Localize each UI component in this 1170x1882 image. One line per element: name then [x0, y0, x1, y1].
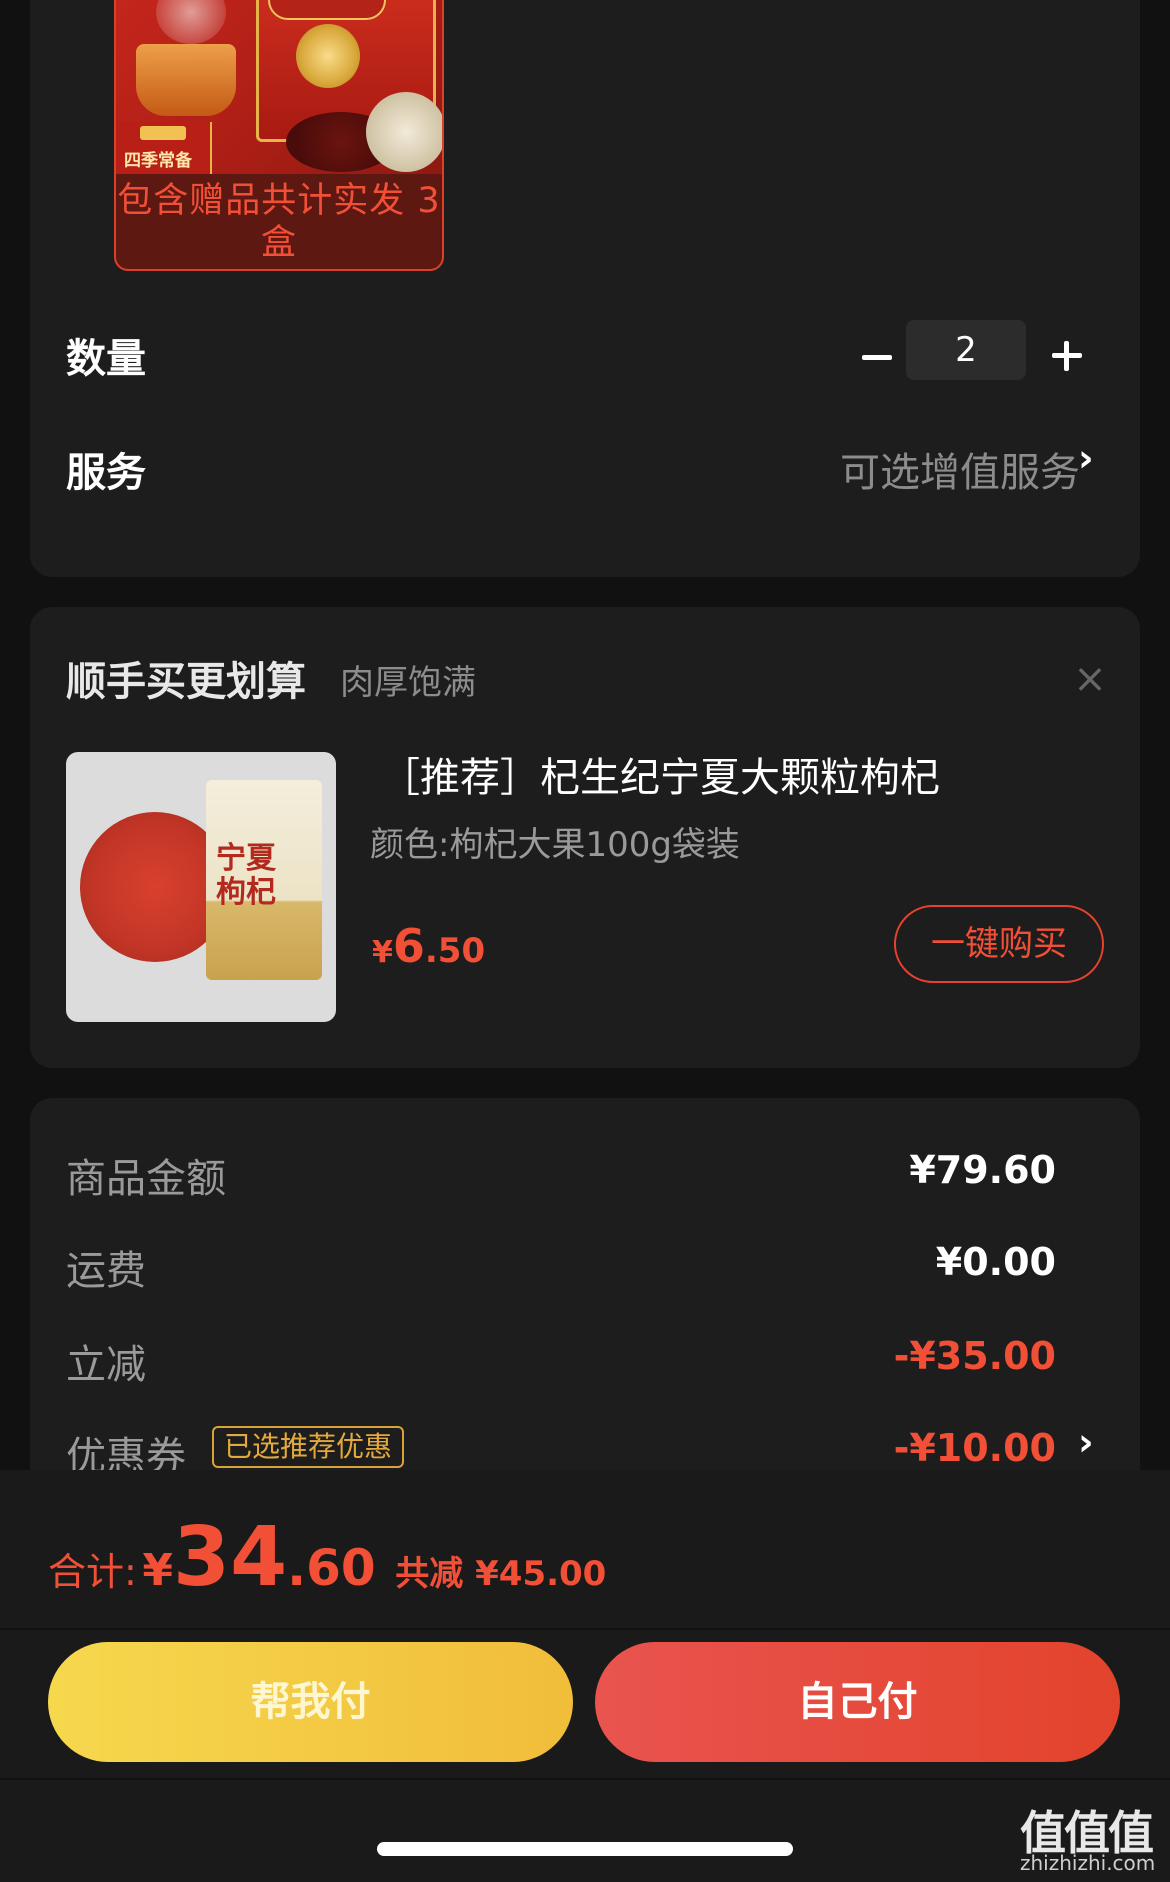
total-price: 合计: ¥34.60 共减 ¥45.00 — [48, 1510, 606, 1605]
one-click-buy-button[interactable]: 一键购买 — [894, 905, 1104, 983]
bag-label: 宁夏枸杞 — [216, 841, 276, 910]
discount-value: -¥35.00 — [893, 1334, 1056, 1378]
recommended-product-image[interactable]: 宁夏枸杞 — [66, 752, 336, 1022]
medal-graphic — [296, 24, 360, 88]
recommendation-card: 顺手买更划算 肉厚饱满 × 宁夏枸杞 ［推荐］杞生纪宁夏大颗粒枸杞 颜色:枸杞大… — [30, 607, 1140, 1068]
checkout-bar: 合计: ¥34.60 共减 ¥45.00 帮我付 自己付 值值值 zhizhiz… — [0, 1470, 1170, 1882]
coupon-value[interactable]: -¥10.00 — [894, 1426, 1056, 1470]
product-card: 四季常备 包含赠品共计实发 3 盒 数量 2 服务 可选增值服务 › — [30, 0, 1140, 577]
watermark-logo: 值值值 zhizhizhi.com — [1016, 1797, 1166, 1877]
recommended-product-name[interactable]: ［推荐］杞生纪宁夏大颗粒枸杞 — [380, 745, 940, 803]
tea-cup-graphic — [136, 44, 236, 116]
subtotal-value: ¥79.60 — [909, 1148, 1056, 1192]
service-value[interactable]: 可选增值服务 — [790, 440, 1080, 498]
quantity-input[interactable]: 2 — [906, 320, 1026, 380]
price-integer: 6 — [392, 919, 425, 973]
shipping-value: ¥0.00 — [935, 1240, 1056, 1284]
home-indicator[interactable] — [377, 1842, 793, 1856]
box-title-plate — [268, 0, 386, 20]
price-summary-card: 商品金额 ¥79.60 运费 ¥0.00 立减 -¥35.00 优惠券 已选推荐… — [30, 1098, 1140, 1498]
barley-graphic — [366, 92, 442, 172]
price-currency: ¥ — [372, 935, 393, 970]
steam-decoration — [156, 0, 226, 44]
close-icon[interactable]: × — [1070, 659, 1110, 699]
pay-myself-button[interactable]: 自己付 — [595, 1642, 1120, 1762]
order-confirm-page: 四季常备 包含赠品共计实发 3 盒 数量 2 服务 可选增值服务 › 顺手买更划… — [0, 0, 1170, 1882]
service-chevron-icon[interactable]: › — [1078, 436, 1094, 480]
gift-product-tile[interactable]: 四季常备 包含赠品共计实发 3 盒 — [114, 0, 444, 271]
gift-caption: 包含赠品共计实发 3 盒 — [117, 181, 441, 263]
total-integer: 34 — [173, 1510, 288, 1605]
subtotal-label: 商品金额 — [66, 1156, 226, 1202]
help-me-pay-button[interactable]: 帮我付 — [48, 1642, 573, 1762]
discount-label: 立减 — [66, 1342, 146, 1388]
quantity-minus-button[interactable] — [848, 333, 898, 383]
divider — [0, 1628, 1170, 1630]
price-decimal: .50 — [424, 931, 486, 971]
shipping-label: 运费 — [66, 1248, 146, 1294]
total-decimal: .60 — [287, 1539, 376, 1597]
total-label: 合计: — [48, 1550, 137, 1594]
recommendation-subtitle: 肉厚饱满 — [340, 663, 476, 703]
service-label: 服务 — [66, 450, 146, 496]
coupon-chevron-icon[interactable]: › — [1078, 1420, 1094, 1464]
quantity-plus-button[interactable] — [1046, 333, 1096, 383]
total-currency: ¥ — [142, 1545, 174, 1596]
quantity-label: 数量 — [66, 336, 146, 382]
recommendation-title: 顺手买更划算 — [66, 659, 306, 705]
total-saved: 共减 ¥45.00 — [395, 1554, 607, 1594]
divider — [0, 1778, 1170, 1780]
badge-text: 四季常备 — [124, 151, 192, 171]
coupon-tag[interactable]: 已选推荐优惠 — [212, 1426, 405, 1468]
recommended-product-spec: 颜色:枸杞大果100g袋装 — [370, 825, 740, 865]
watermark-url: zhizhizhi.com — [1020, 1851, 1156, 1875]
gift-product-image: 四季常备 — [116, 0, 442, 174]
recommended-product-price: ¥6.50 — [372, 919, 485, 973]
badge-top-tag — [140, 126, 186, 140]
